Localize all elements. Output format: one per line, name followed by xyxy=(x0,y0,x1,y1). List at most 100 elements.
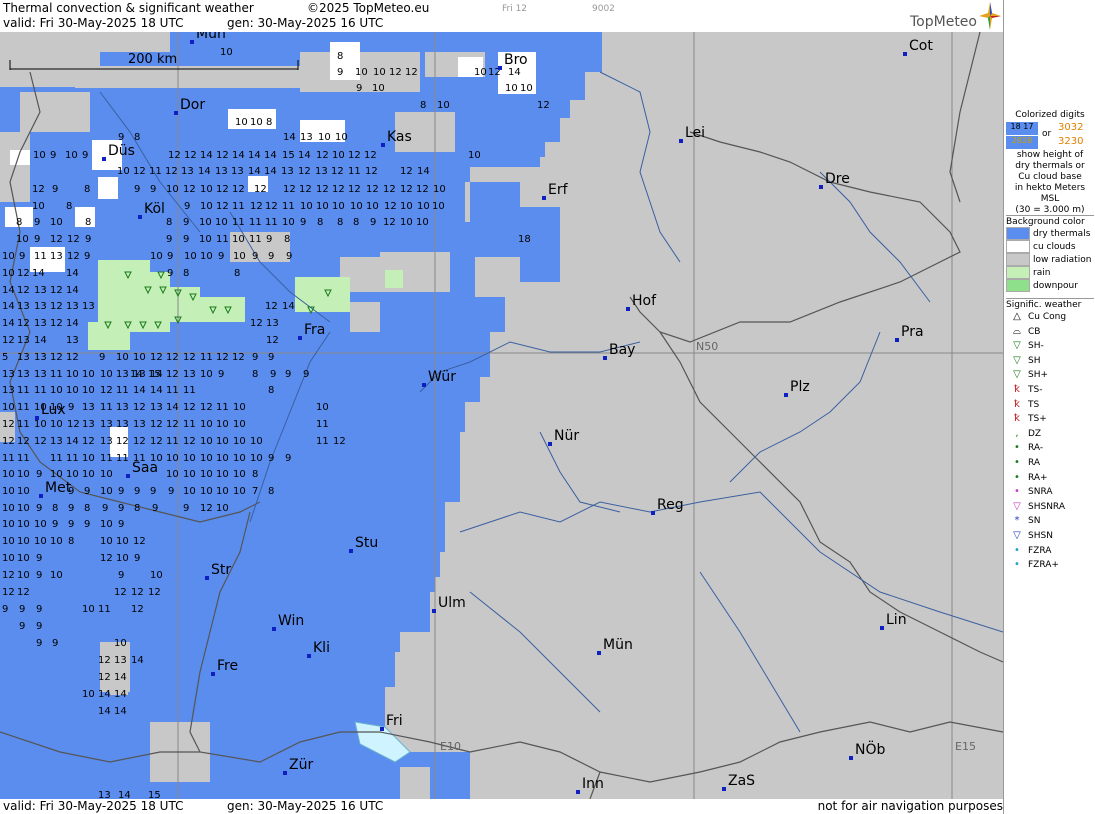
shower-light-icon: ▽ xyxy=(1013,340,1021,352)
legend-background-label: cu clouds xyxy=(1033,242,1076,252)
city-label[interactable]: Zür xyxy=(289,757,313,773)
thermal-value: 10 xyxy=(50,469,63,480)
city-label[interactable]: Fra xyxy=(304,322,325,338)
city-label[interactable]: Mün xyxy=(196,32,226,42)
legend-weather-title: Signific. weather xyxy=(1006,300,1082,310)
thermal-value: 12 xyxy=(364,150,377,161)
city-label[interactable]: Bay xyxy=(609,342,635,358)
city-label[interactable]: Mün xyxy=(603,637,633,653)
thermal-value: 10 xyxy=(150,251,163,262)
thermal-value: 10 xyxy=(16,234,29,245)
city-label[interactable]: Bro xyxy=(504,52,528,68)
thermal-value: 10 xyxy=(400,217,413,228)
city-label[interactable]: ZaS xyxy=(728,773,755,789)
legend-background-label: downpour xyxy=(1033,281,1078,291)
city-label[interactable]: NÖb xyxy=(855,742,885,758)
compass-logo-icon xyxy=(979,2,1001,30)
thermal-value: 14 xyxy=(508,67,521,78)
thermal-value: 10 xyxy=(166,453,179,464)
city-label[interactable]: Dre xyxy=(825,171,850,187)
thermal-value: 14 xyxy=(66,268,79,279)
thermal-value: 12 xyxy=(67,251,80,262)
thermal-value: 9 xyxy=(152,503,158,514)
thermal-value: 13 xyxy=(116,369,129,380)
city-label[interactable]: Lux xyxy=(41,402,66,418)
thermal-value: 9 xyxy=(268,352,274,363)
legend-weather-item: • RA- xyxy=(1006,441,1094,456)
city-label[interactable]: Met xyxy=(45,480,71,496)
thermal-value: 13 xyxy=(50,251,63,262)
legend-weather-item: • RA+ xyxy=(1006,471,1094,486)
thermal-value: 11 xyxy=(100,402,113,413)
thermal-value: 9 xyxy=(252,352,258,363)
thermal-value: 12 xyxy=(298,166,311,177)
city-label[interactable]: Ulm xyxy=(438,595,466,611)
thermal-value: 10 xyxy=(474,67,487,78)
thermal-value: 12 xyxy=(50,234,63,245)
thermal-value: 12 xyxy=(232,184,245,195)
city-label[interactable]: Str xyxy=(211,562,231,578)
thermal-value: 9 xyxy=(36,621,42,632)
city-label[interactable]: Köl xyxy=(144,201,165,217)
thermal-value: 10 xyxy=(332,201,345,212)
city-label[interactable]: Plz xyxy=(790,379,810,395)
thermal-value: 8 xyxy=(252,369,258,380)
thermal-value: 10 xyxy=(133,352,146,363)
legend-weather-item: • FZRA+ xyxy=(1006,558,1094,573)
thermal-value: 13 xyxy=(82,301,95,312)
thermal-value: 11 xyxy=(98,604,111,615)
thermal-value: 12 xyxy=(283,184,296,195)
city-marker xyxy=(895,338,899,342)
city-label[interactable]: Fre xyxy=(217,658,238,674)
city-label[interactable]: Hof xyxy=(632,293,656,309)
city-label[interactable]: Lei xyxy=(685,125,705,141)
thermal-value: 9 xyxy=(84,519,90,530)
footer-generated-time: gen: 30-May-2025 16 UTC xyxy=(227,799,384,813)
legend-weather-label: CB xyxy=(1028,326,1041,337)
thermal-value: 10 xyxy=(318,132,331,143)
city-label[interactable]: Inn xyxy=(582,776,604,792)
thermal-value: 10 xyxy=(233,251,246,262)
city-label[interactable]: Nür xyxy=(554,428,579,444)
thermal-value: 12 xyxy=(2,335,15,346)
thermal-value: 9 xyxy=(167,251,173,262)
city-label[interactable]: Wür xyxy=(428,369,456,385)
thermal-value: 12 xyxy=(2,570,15,581)
thermal-value: 10 xyxy=(116,536,129,547)
city-label[interactable]: Fri xyxy=(386,713,403,729)
thermal-value: 9 xyxy=(82,150,88,161)
city-label[interactable]: Saa xyxy=(132,460,158,476)
city-label[interactable]: Dor xyxy=(180,97,205,113)
thermal-value: 10 xyxy=(2,486,15,497)
cu-cong-icon: △ xyxy=(1013,311,1021,322)
city-label[interactable]: Lin xyxy=(886,612,907,628)
thermal-value: 9 xyxy=(19,604,25,615)
colorized-desc-line: in hekto Meters xyxy=(1014,183,1086,193)
thermal-value: 9 xyxy=(252,251,258,262)
city-label[interactable]: Pra xyxy=(901,324,924,340)
city-label[interactable]: Erf xyxy=(548,182,568,198)
map-layers: 10 89 10 10 12 12 10 12 149 10 10 108 10 1210 10 89 8 14 1… xyxy=(0,32,1003,799)
thermal-value: 12 xyxy=(150,352,163,363)
city-marker xyxy=(784,393,788,397)
city-marker xyxy=(498,66,502,70)
city-label[interactable]: Kli xyxy=(313,640,330,656)
thermal-value: 10 xyxy=(50,570,63,581)
thermal-value: 9 xyxy=(218,369,224,380)
thermal-value: 14 xyxy=(66,436,79,447)
weather-map[interactable]: 10 8 9 10 10 12 12 10 12 14 9 10 10 10 8 10 12 10 10 8 9 8 14 1… xyxy=(0,32,1003,799)
city-marker xyxy=(542,196,546,200)
footer-notice: not for air navigation purposes xyxy=(817,799,1003,813)
snow-rain-shower-icon: ▽ xyxy=(1013,500,1021,512)
thermal-value: 12 xyxy=(183,352,196,363)
thermal-value: 13 xyxy=(82,419,95,430)
city-label[interactable]: Stu xyxy=(355,535,378,551)
city-label[interactable]: Düs xyxy=(108,143,135,159)
city-label[interactable]: Kas xyxy=(387,129,412,145)
frame-code: 9002 xyxy=(592,4,615,14)
city-label[interactable]: Win xyxy=(278,613,304,629)
low-radiation-area xyxy=(400,767,430,799)
city-label[interactable]: Cot xyxy=(909,38,933,54)
thermal-value: 10 xyxy=(2,553,15,564)
city-label[interactable]: Reg xyxy=(657,497,684,513)
